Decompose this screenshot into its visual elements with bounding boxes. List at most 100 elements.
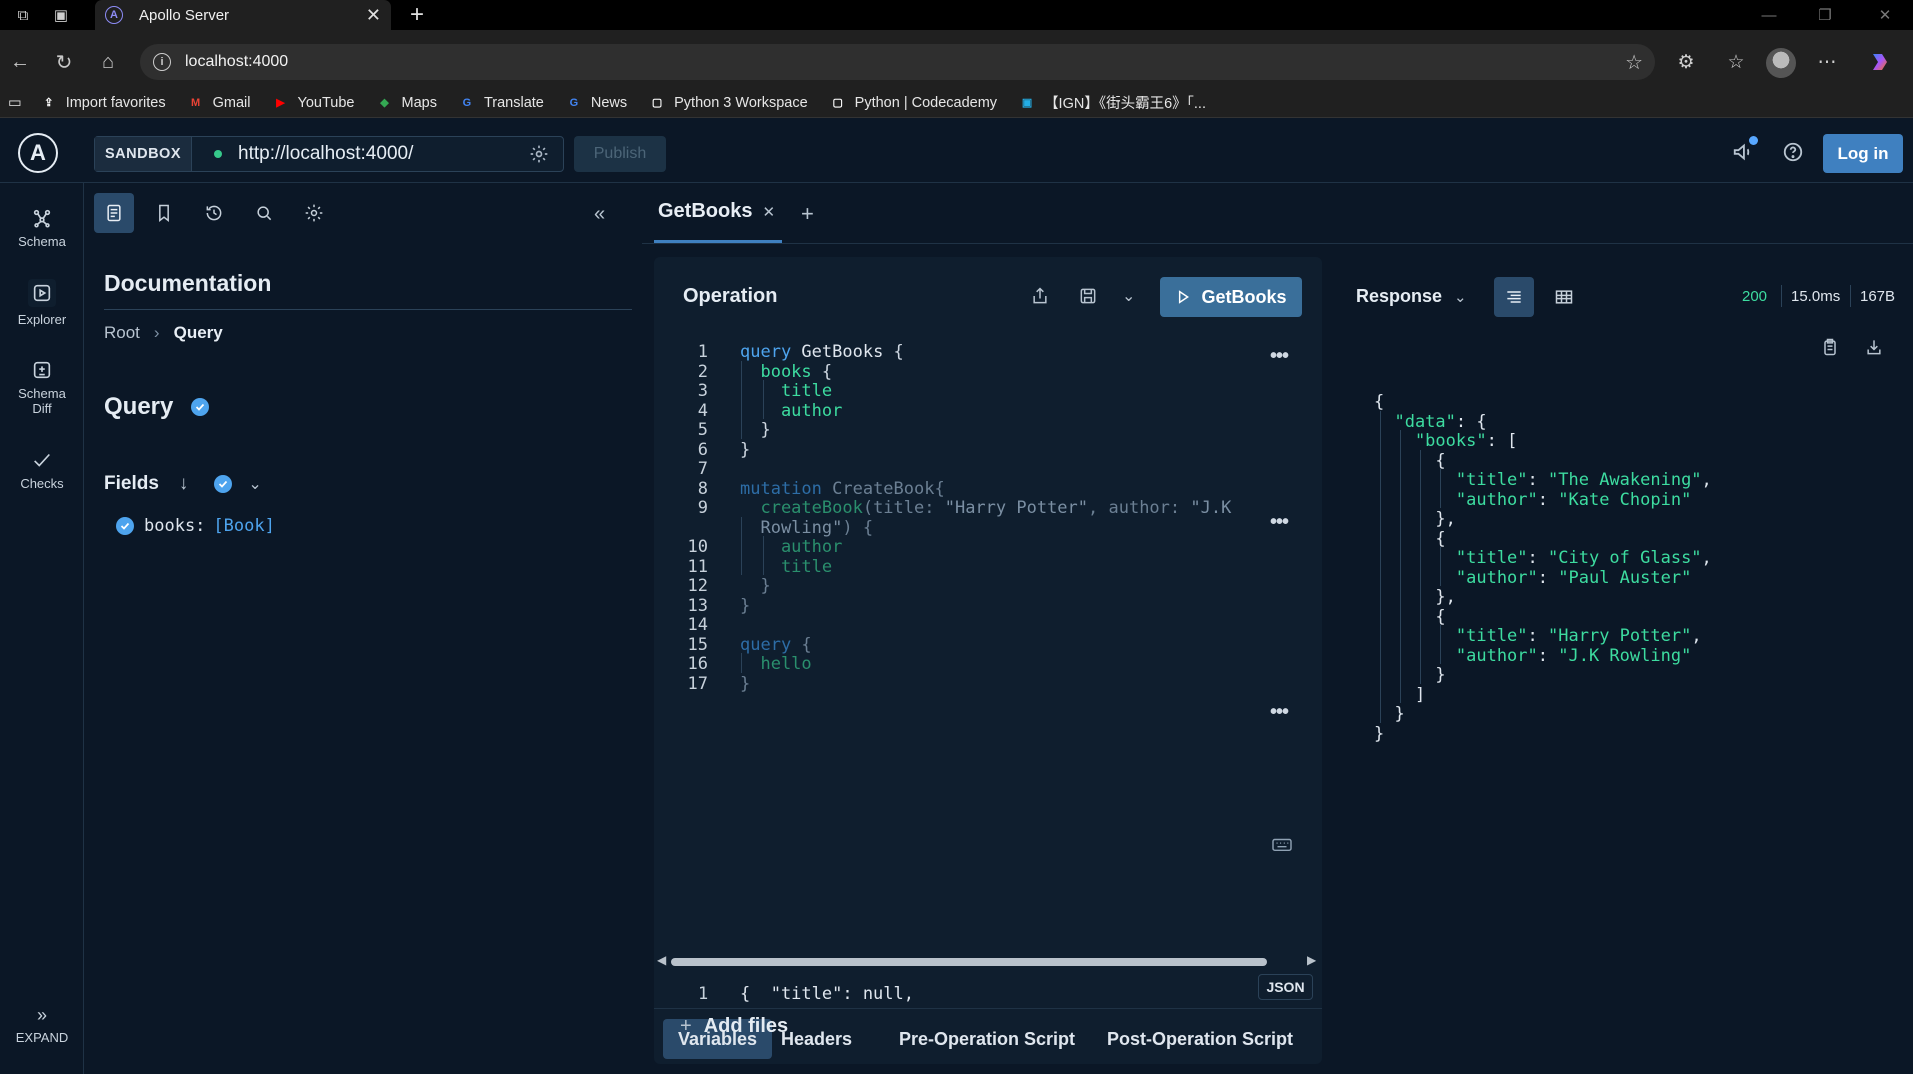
close-tab-icon[interactable]: ✕	[762, 203, 775, 221]
documentation-tab-button[interactable]	[94, 193, 134, 233]
response-json-view-button[interactable]	[1494, 277, 1534, 317]
indent-guide	[1380, 410, 1381, 723]
minimize-button[interactable]: —	[1741, 0, 1797, 30]
save-options-chevron-icon[interactable]: ⌄	[1122, 286, 1135, 306]
bookmark-item[interactable]: ◆ Maps	[375, 94, 437, 112]
code-editor[interactable]: 1 query GetBooks {2 books {3 title 4 autho…	[654, 333, 1322, 753]
new-tab-button[interactable]: +	[402, 0, 432, 30]
copilot-icon[interactable]	[1866, 48, 1894, 76]
stat-divider	[1850, 285, 1851, 307]
add-files-button[interactable]: + Add files	[680, 1015, 788, 1038]
variables-line-text[interactable]: { "title": null,	[740, 984, 914, 1004]
bookmark-item[interactable]: ⇪ Import favorites	[40, 94, 166, 112]
back-button[interactable]: ←	[6, 48, 34, 76]
bookmark-item[interactable]: ▢ Python 3 Workspace	[648, 94, 808, 112]
code-line[interactable]: }	[740, 673, 750, 697]
restore-button[interactable]: ❐	[1797, 0, 1853, 30]
bookmark-item[interactable]: G Translate	[458, 94, 544, 112]
endpoint-selector[interactable]: SANDBOX http://localhost:4000/	[94, 136, 564, 172]
share-icon[interactable]	[1030, 286, 1050, 306]
url-text[interactable]: localhost:4000	[185, 53, 288, 71]
vertical-tabs-icon[interactable]: ▣	[46, 0, 76, 30]
favorites-icon[interactable]: ☆	[1722, 48, 1750, 76]
code-token: {	[791, 634, 812, 655]
nav-schema-diff-label: Schema Diff	[18, 386, 66, 416]
workspaces-icon[interactable]: ⧉	[8, 0, 38, 30]
favorite-star-icon[interactable]: ☆	[1625, 50, 1643, 75]
documentation-title: Documentation	[104, 270, 272, 296]
refresh-button[interactable]: ↻	[50, 48, 78, 76]
expand-nav-button[interactable]: » EXPAND	[0, 1005, 84, 1045]
copy-icon[interactable]	[1820, 337, 1840, 357]
more-options-icon[interactable]: •••	[1270, 511, 1289, 534]
field-check-icon[interactable]	[116, 517, 134, 535]
table-icon	[1555, 290, 1573, 304]
bookmark-item[interactable]: ▶ YouTube	[272, 94, 354, 112]
endpoint-url[interactable]: http://localhost:4000/	[238, 143, 529, 165]
sort-arrow-down-icon[interactable]: ↓	[179, 473, 189, 495]
connection-settings-icon[interactable]	[529, 144, 549, 164]
select-all-check-icon[interactable]	[214, 475, 233, 493]
close-window-button[interactable]: ✕	[1857, 0, 1913, 30]
field-type[interactable]: [Book]	[213, 516, 274, 536]
history-button[interactable]	[194, 193, 234, 233]
publish-button[interactable]: Publish	[574, 136, 666, 172]
keyboard-shortcuts-icon[interactable]	[1271, 835, 1293, 853]
json-token: "Paul Auster"	[1558, 567, 1692, 588]
more-options-icon[interactable]: •••	[1270, 701, 1289, 724]
operation-tab[interactable]: GetBooks ✕	[654, 183, 782, 243]
nav-schema-diff[interactable]: Schema Diff	[0, 359, 84, 416]
bookmark-item[interactable]: G News	[565, 94, 628, 112]
login-button[interactable]: Log in	[1823, 134, 1903, 173]
response-title[interactable]: Response ⌄	[1356, 286, 1467, 307]
more-options-icon[interactable]: •••	[1270, 345, 1289, 368]
nav-schema[interactable]: Schema	[0, 207, 84, 249]
tab-pre-operation-script[interactable]: Pre-Operation Script	[884, 1019, 1090, 1059]
site-info-icon[interactable]: i	[153, 53, 171, 71]
connection-status-dot	[214, 150, 223, 158]
add-tab-button[interactable]: +	[801, 201, 814, 227]
json-token: :	[1537, 567, 1559, 588]
home-button[interactable]: ⌂	[94, 48, 122, 76]
extensions-icon[interactable]: ⚙	[1672, 48, 1700, 76]
response-table-view-button[interactable]	[1544, 277, 1584, 317]
reading-mode-icon[interactable]: ▭	[8, 95, 22, 111]
checkmark-icon	[31, 449, 53, 471]
bookmarks-button[interactable]	[144, 193, 184, 233]
bookmark-item[interactable]: M Gmail	[187, 94, 250, 112]
collapse-panel-icon[interactable]: «	[594, 203, 605, 226]
apollo-logo[interactable]: A	[18, 133, 58, 173]
profile-avatar[interactable]	[1766, 48, 1796, 78]
download-icon[interactable]	[1864, 337, 1884, 357]
chevron-down-icon[interactable]: ⌄	[248, 474, 261, 494]
breadcrumb-root[interactable]: Root	[104, 323, 140, 343]
browser-tab[interactable]: A Apollo Server ✕	[95, 0, 391, 30]
settings-button[interactable]	[294, 193, 334, 233]
horizontal-scrollbar[interactable]: ◀ ▶	[657, 953, 1319, 969]
scrollbar-thumb[interactable]	[671, 958, 1267, 966]
search-button[interactable]	[244, 193, 284, 233]
json-token: {	[1374, 392, 1385, 412]
scroll-left-arrow-icon[interactable]: ◀	[657, 953, 666, 967]
run-operation-button[interactable]: GetBooks	[1160, 277, 1302, 317]
field-row-books[interactable]: books: [Book]	[116, 516, 275, 536]
bookmark-item[interactable]: ▢ Python | Codecademy	[829, 94, 997, 112]
address-bar[interactable]: i localhost:4000 ☆	[140, 44, 1655, 80]
bookmark-item[interactable]: ▣ 【IGN】《街头霸王6》「...	[1018, 92, 1206, 113]
code-token: author	[740, 537, 843, 557]
scroll-right-arrow-icon[interactable]: ▶	[1307, 953, 1316, 967]
code-line[interactable]: }	[740, 439, 750, 463]
json-token: {	[1374, 450, 1446, 471]
code-token: hello	[740, 654, 812, 674]
save-icon[interactable]	[1078, 286, 1098, 306]
code-token: , author:	[1088, 498, 1191, 518]
nav-explorer[interactable]: Explorer	[0, 279, 84, 327]
close-tab-icon[interactable]: ✕	[366, 5, 381, 26]
code-line[interactable]: }	[740, 595, 750, 619]
tab-post-operation-script[interactable]: Post-Operation Script	[1092, 1019, 1308, 1059]
breadcrumb: Root › Query	[104, 323, 223, 343]
nav-checks[interactable]: Checks	[0, 449, 84, 491]
more-menu-icon[interactable]: ⋯	[1813, 48, 1841, 76]
code-line[interactable]: hello	[740, 653, 812, 677]
help-icon[interactable]	[1782, 141, 1804, 163]
